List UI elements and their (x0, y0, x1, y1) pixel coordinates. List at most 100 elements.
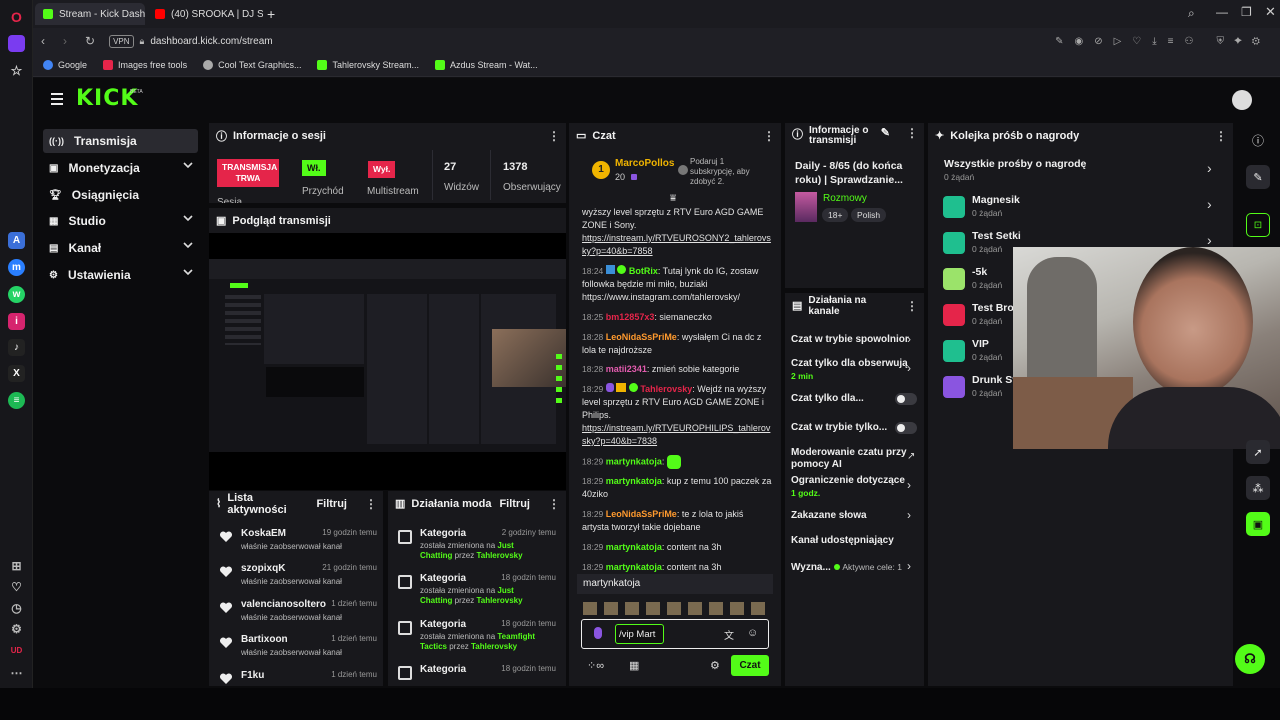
star-icon[interactable]: ☆ (8, 62, 25, 79)
send-chat-button[interactable]: Czat (731, 655, 769, 676)
edit-rail-icon[interactable]: ✎ (1246, 165, 1270, 189)
filter-button[interactable]: Filtruj (316, 498, 347, 510)
bookmark-images[interactable]: Images free tools (103, 60, 187, 70)
url-field[interactable]: dashboard.kick.com/stream (150, 36, 272, 47)
preview-video[interactable] (209, 259, 566, 452)
kebab-menu-icon[interactable]: ⋮ (906, 126, 918, 140)
nav-monetyzacja[interactable]: ▣ Monetyzacja (43, 156, 193, 180)
chat-settings-icon[interactable]: ⚙ (710, 659, 720, 672)
tiktok-icon[interactable]: ♪ (8, 339, 25, 356)
emote-row[interactable] (583, 602, 768, 615)
history-icon[interactable]: ◷ (8, 599, 25, 616)
slow-mode-row[interactable]: Czat w trybie spowolnior (791, 334, 921, 346)
chat-username[interactable]: martynkatoja (606, 456, 662, 466)
kebab-menu-icon[interactable]: ⋮ (1215, 129, 1227, 143)
info-rail-icon[interactable]: ⓘ (1246, 128, 1270, 152)
toolbar-icons[interactable]: ✎◉⊘▷♡⤓≡⚇ (1055, 36, 1204, 47)
app-rail-icon[interactable]: ▣ (1246, 512, 1270, 536)
capture-rail-icon[interactable]: ⊡ (1246, 213, 1270, 237)
followers-only-row[interactable]: Czat tylko dla obserwują 2 min (791, 358, 921, 383)
kebab-menu-icon[interactable]: ⋮ (763, 129, 775, 143)
emote-only-toggle[interactable] (895, 422, 917, 434)
kebab-menu-icon[interactable]: ⋮ (365, 497, 377, 511)
tag-polish[interactable]: Polish (851, 208, 887, 222)
kebab-menu-icon[interactable]: ⋮ (906, 299, 918, 313)
gift-sub-text[interactable]: Podaruj 1 subskrypcję, aby zdobyć 2. (690, 157, 765, 187)
chevron-right-icon[interactable]: › (1207, 160, 1212, 176)
nav-studio[interactable]: ▦ Studio (43, 209, 193, 233)
pin-rail-icon[interactable]: ➚ (1246, 440, 1270, 464)
stream-title[interactable]: Daily - 8/65 (do końca roku) | Sprawdzan… (795, 159, 915, 187)
new-tab-button[interactable]: + (263, 3, 283, 25)
emoji-icon[interactable]: ☺ (747, 627, 758, 639)
support-button[interactable]: ☊ (1235, 644, 1265, 674)
chevron-right-icon[interactable]: › (1207, 232, 1212, 248)
activity-user[interactable]: Bartixoon (241, 634, 288, 645)
store-icon[interactable]: ▦ (629, 659, 639, 672)
tag-18[interactable]: 18+ (822, 208, 849, 222)
tab-youtube[interactable]: (40) SROOKA | DJ SET (147, 3, 263, 25)
back-icon[interactable]: ‹ (41, 34, 45, 48)
chat-input[interactable] (615, 624, 664, 644)
kebab-menu-icon[interactable]: ⋮ (548, 129, 560, 143)
mention-suggestion[interactable]: martynkatoja (577, 574, 773, 594)
banned-words-row[interactable]: Zakazane słowa (791, 510, 921, 522)
hosting-channel-row[interactable]: Kanał udostępniający (791, 535, 921, 547)
opera-logo-icon[interactable]: O (8, 8, 25, 25)
aria-icon[interactable]: A (8, 232, 25, 249)
category-name[interactable]: Rozmowy (823, 193, 867, 204)
chat-username[interactable]: bm12857x3 (606, 312, 655, 322)
instagram-icon[interactable]: i (8, 313, 25, 330)
avatar[interactable] (1232, 90, 1252, 110)
mic-icon[interactable] (594, 627, 602, 639)
close-window-icon[interactable]: ✕ (1265, 4, 1276, 20)
chat-username[interactable]: martynkatoja (606, 562, 662, 572)
mod-user[interactable]: Tahlerovsky (476, 551, 522, 560)
maximize-icon[interactable]: ❐ (1241, 5, 1252, 19)
translate-icon[interactable]: 文 (724, 627, 734, 642)
chat-username[interactable]: LeoNidaSsPriMe (606, 332, 677, 342)
bookmark-azdus[interactable]: Azdus Stream - Wat... (434, 60, 538, 70)
chat-link[interactable]: https://instream.ly/RTVEUROPHILIPS_tahle… (582, 423, 770, 446)
chat-username[interactable]: matii2341 (606, 364, 647, 374)
chat-username[interactable]: martynkatoja (606, 542, 662, 552)
mod-user[interactable]: Tahlerovsky (471, 642, 517, 651)
extension-icons[interactable]: ⛨✦⚙ (1216, 36, 1270, 47)
nav-osiagniecia[interactable]: 🏆︎ Osiągnięcia (43, 183, 203, 207)
chat-username[interactable]: BotRix (629, 266, 658, 276)
edit-icon[interactable]: ✎ (881, 126, 890, 139)
ai-moderation-row[interactable]: Moderowanie czatu przy pomocy AI (791, 447, 907, 471)
chat-users-icon[interactable]: ⁘∞ (587, 659, 604, 672)
activity-user[interactable]: KoskaEM (241, 528, 286, 539)
nav-kanal[interactable]: ▤ Kanał (43, 236, 193, 260)
top-gifter-name[interactable]: MarcoPollos (615, 158, 674, 169)
bookmark-google[interactable]: Google (43, 60, 87, 70)
chat-username[interactable]: LeoNidaSsPriMe (606, 509, 677, 519)
all-requests-label[interactable]: Wszystkie prośby o nagrodę (944, 158, 1086, 170)
messenger-icon[interactable]: m (8, 259, 25, 276)
forward-icon[interactable]: › (63, 34, 67, 48)
kebab-menu-icon[interactable]: ⋮ (548, 497, 560, 511)
activity-user[interactable]: valencianosoltero (241, 599, 326, 610)
chat-username[interactable]: Tahlerovsky (640, 384, 692, 394)
bookmark-cooltext[interactable]: Cool Text Graphics... (203, 60, 301, 70)
reload-icon[interactable]: ↻ (85, 34, 95, 48)
activity-user[interactable]: F1ku (241, 670, 264, 681)
vpn-badge[interactable]: VPN (109, 34, 134, 48)
spotify-icon[interactable]: ≡ (8, 392, 25, 409)
more-icon[interactable]: ⋯ (8, 664, 25, 681)
settings-icon[interactable]: ⚙ (8, 620, 25, 637)
chat-link[interactable]: https://instream.ly/RTVEUROSONY2_tahlero… (582, 233, 771, 256)
whatsapp-icon[interactable]: w (8, 286, 25, 303)
chat-username[interactable]: martynkatoja (606, 476, 662, 486)
nav-ustawienia[interactable]: ⚙ Ustawienia (43, 263, 193, 287)
minimize-icon[interactable]: — (1216, 5, 1228, 19)
apps-icon[interactable]: ⊞ (8, 557, 25, 574)
nav-transmisja[interactable]: ((·)) Transmisja (43, 129, 203, 153)
bookmark-tahlerovsky[interactable]: Tahlerovsky Stream... (317, 60, 419, 70)
subs-only-toggle[interactable] (895, 393, 917, 405)
ublock-icon[interactable]: UD (8, 642, 25, 659)
home-icon[interactable] (8, 35, 25, 52)
goals-row[interactable]: Wyzna... Aktywne cele: 1 (791, 561, 906, 574)
search-tabs-icon[interactable]: ⌕ (1188, 6, 1195, 21)
